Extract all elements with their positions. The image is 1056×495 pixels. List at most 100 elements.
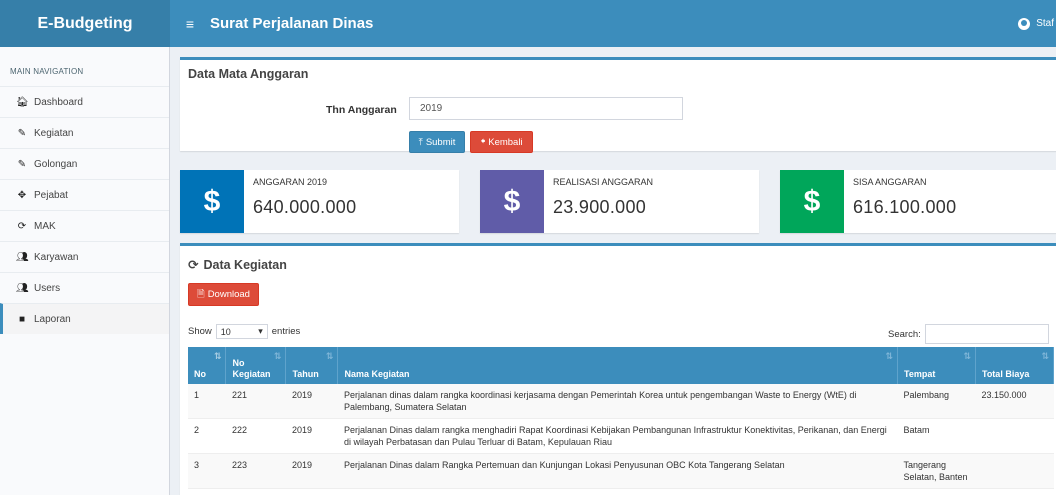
user-icon xyxy=(1018,17,1031,30)
cell-nama: Perjalanan Dinas dalam Rangka Pertemuan … xyxy=(337,453,898,489)
cell-tempat: Palembang xyxy=(897,384,976,419)
edit-icon: ✎ xyxy=(17,158,27,170)
sidebar-item-label: MAK xyxy=(34,220,56,232)
year-input[interactable]: 2019 xyxy=(409,97,683,120)
column-header-tempat[interactable]: ⇅ Tempat xyxy=(897,347,976,384)
sidebar-item-pejabat[interactable]: ✥ Pejabat xyxy=(0,179,169,210)
column-header-total[interactable]: ⇅ Total Biaya xyxy=(975,347,1055,384)
search-label: Search: xyxy=(888,328,921,340)
download-label: Download xyxy=(207,289,250,300)
caret-down-icon: ▾ xyxy=(258,326,263,336)
dollar-icon: $ xyxy=(180,170,244,233)
cell-nama: Perjalanan Dinas dalam rangka menghadiri… xyxy=(337,418,898,454)
table-row[interactable]: 1 221 2019 Perjalanan dinas dalam rangka… xyxy=(188,384,1054,419)
sidebar-item-golongan[interactable]: ✎ Golongan xyxy=(0,148,169,179)
table-row[interactable]: 3 223 2019 Perjalanan Dinas dalam Rangka… xyxy=(188,453,1054,489)
sidebar-item-laporan[interactable]: ■ Laporan xyxy=(0,303,169,334)
sort-icon: ⇅ xyxy=(325,351,334,361)
sort-icon: ⇅ xyxy=(885,351,894,361)
activities-box: ⟳ Data Kegiatan 🗎︎ Download Show 10 ▾ en… xyxy=(180,243,1056,495)
sidebar-item-label: Pejabat xyxy=(34,189,68,201)
dollar-icon: $ xyxy=(480,170,544,233)
users-icon: 👥︎ xyxy=(16,282,29,294)
sort-asc-icon: ⇅ xyxy=(213,351,222,361)
sidebar: MAIN NAVIGATION 🏠︎ Dashboard ✎ Kegiatan … xyxy=(0,47,170,495)
cell-tahun: 2019 xyxy=(285,418,338,454)
refresh-icon: ⟳ xyxy=(188,258,199,272)
cell-total: 23.150.000 xyxy=(975,384,1054,419)
edit-icon: ✎ xyxy=(17,127,27,139)
cell-tempat: Batam xyxy=(897,418,976,454)
sidebar-item-kegiatan[interactable]: ✎ Kegiatan xyxy=(0,117,169,148)
user-menu[interactable]: Staf xyxy=(1018,0,1056,47)
drag-icon: ✥ xyxy=(17,189,27,201)
cell-no-kegiatan: 223 xyxy=(225,453,286,489)
upload-icon: ⤒ xyxy=(418,136,423,148)
back-label: Kembali xyxy=(488,136,523,148)
column-header-no[interactable]: ⇅ No xyxy=(188,347,227,384)
box-title: ⟳ Data Kegiatan xyxy=(188,257,287,273)
cell-nama: Perjalanan dinas dalam rangka koordinasi… xyxy=(337,384,898,419)
show-label: Show xyxy=(188,326,212,337)
download-button[interactable]: 🗎︎ Download xyxy=(188,283,259,306)
column-header-nama[interactable]: ⇅ Nama Kegiatan xyxy=(337,347,899,384)
cell-no: 2 xyxy=(188,418,226,454)
sidebar-item-label: Kegiatan xyxy=(34,127,74,139)
main-content: Data Mata Anggaran Thn Anggaran 2019 ⤒ S… xyxy=(170,47,1056,495)
cell-tempat: Tangerang Selatan, Banten xyxy=(897,453,976,489)
info-box-budget: $ ANGGARAN 2019 640.000.000 xyxy=(180,170,459,233)
navbar: ≡ Surat Perjalanan Dinas Staf xyxy=(170,0,1056,47)
sidebar-item-label: Dashboard xyxy=(34,96,83,108)
brand-logo[interactable]: E-Budgeting xyxy=(0,0,170,47)
sort-icon: ⇅ xyxy=(963,351,971,361)
sort-icon: ⇅ xyxy=(1041,351,1049,361)
box-title: Data Mata Anggaran xyxy=(188,67,309,81)
page-title: Surat Perjalanan Dinas xyxy=(210,15,374,32)
column-header-no-kegiatan[interactable]: ⇅ No Kegiatan xyxy=(225,347,287,384)
info-value: 23.900.000 xyxy=(553,197,647,217)
back-button[interactable]: 🠸 Kembali xyxy=(470,131,533,153)
table-row[interactable]: 2 222 2019 Perjalanan Dinas dalam rangka… xyxy=(188,418,1054,454)
sort-icon: ⇅ xyxy=(273,351,282,361)
column-header-tahun[interactable]: ⇅ Tahun xyxy=(285,347,339,384)
submit-label: Submit xyxy=(425,136,456,148)
cell-no: 3 xyxy=(188,453,226,489)
page-length: Show 10 ▾ entries xyxy=(188,324,300,339)
sidebar-item-karyawan[interactable]: 👥︎ Karyawan xyxy=(0,241,169,272)
sidebar-item-label: Laporan xyxy=(34,313,71,325)
cell-no-kegiatan: 221 xyxy=(225,384,286,419)
refresh-icon: ⟳ xyxy=(17,220,27,232)
cell-no-kegiatan: 222 xyxy=(225,418,286,454)
cell-total xyxy=(975,418,1054,454)
cell-tahun: 2019 xyxy=(285,384,338,419)
entries-label: entries xyxy=(271,326,301,337)
pdf-icon: 🗎︎ xyxy=(197,288,205,300)
info-label: REALISASI ANGGARAN xyxy=(553,177,654,187)
cell-no: 1 xyxy=(188,384,226,419)
sidebar-heading: MAIN NAVIGATION xyxy=(10,67,84,76)
page-length-select[interactable]: 10 ▾ xyxy=(215,324,268,339)
search: Search: xyxy=(888,324,1049,344)
activities-table: ⇅ No ⇅ No Kegiatan ⇅ Tahun ⇅ Nama Kegiatan ⇅… xyxy=(188,347,1055,489)
home-icon: 🏠︎ xyxy=(16,96,29,108)
info-label: SISA ANGGARAN xyxy=(853,177,927,187)
sidebar-item-dashboard[interactable]: 🏠︎ Dashboard xyxy=(0,86,169,117)
arrow-left-icon: 🠸 xyxy=(480,136,486,147)
sidebar-item-users[interactable]: 👥︎ Users xyxy=(0,272,169,303)
cell-tahun: 2019 xyxy=(285,453,338,489)
dollar-icon: $ xyxy=(780,170,844,233)
info-box-remaining: $ SISA ANGGARAN 616.100.000 xyxy=(780,170,1056,233)
hamburger-icon[interactable]: ≡ xyxy=(170,16,210,32)
year-label: Thn Anggaran xyxy=(326,104,397,116)
sidebar-item-mak[interactable]: ⟳ MAK xyxy=(0,210,169,241)
search-input[interactable] xyxy=(924,324,1049,344)
folder-icon: ■ xyxy=(18,313,26,325)
user-label: Staf xyxy=(1036,18,1054,29)
sidebar-item-label: Golongan xyxy=(34,158,78,170)
info-value: 616.100.000 xyxy=(853,197,957,217)
sidebar-item-label: Karyawan xyxy=(34,251,79,263)
users-icon: 👥︎ xyxy=(16,251,29,263)
header: E-Budgeting ≡ Surat Perjalanan Dinas Sta… xyxy=(0,0,1056,47)
page-length-value: 10 xyxy=(220,326,231,337)
submit-button[interactable]: ⤒ Submit xyxy=(409,131,465,153)
